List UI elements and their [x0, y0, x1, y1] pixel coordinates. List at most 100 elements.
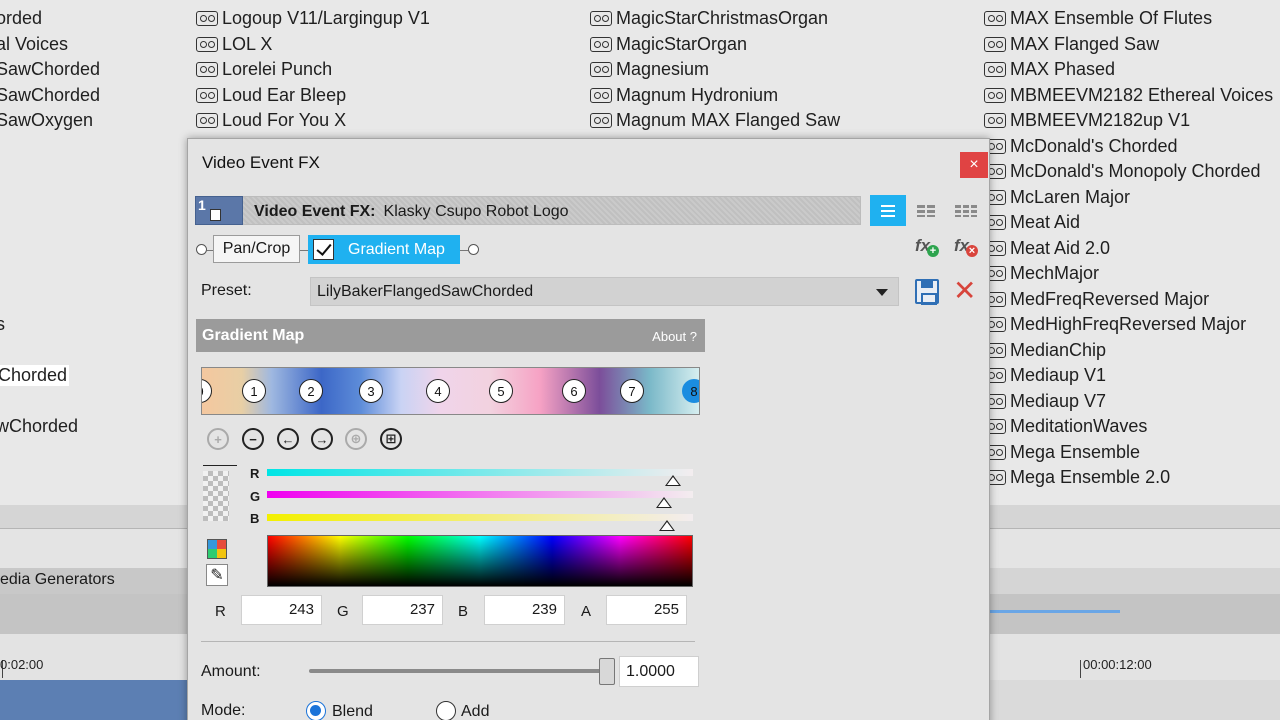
mode-blend-radio[interactable]: [306, 701, 326, 720]
preset-list-item[interactable]: MBMEEVM2182 Ethereal Voices: [984, 83, 1273, 109]
preset-item-label: McLaren Major: [1010, 186, 1131, 207]
view-single-button[interactable]: [870, 195, 906, 226]
preset-list-item[interactable]: MeditationWaves: [984, 414, 1273, 440]
gradient-strip[interactable]: 0 1 2 3 4 5 6 7 8: [201, 367, 700, 415]
preset-dropdown[interactable]: LilyBakerFlangedSawChorded: [310, 277, 899, 306]
gradient-stop[interactable]: 8: [682, 379, 699, 403]
g-value-field[interactable]: 237: [362, 595, 443, 625]
delete-preset-button[interactable]: ✕: [953, 277, 976, 305]
preset-list-item[interactable]: Mediaup V7: [984, 389, 1273, 415]
preset-item-label: MagicStarChristmasOrgan: [616, 8, 829, 29]
preset-list-item[interactable]: Lorelei Punch: [196, 57, 430, 83]
next-stop-icon[interactable]: →: [311, 428, 333, 450]
list-view-icon: [881, 204, 895, 217]
preset-list-item[interactable]: MedFreqReversed Major: [984, 287, 1273, 313]
preset-item-label: orded: [0, 8, 43, 29]
plugin-gradient-map[interactable]: Gradient Map: [308, 235, 460, 264]
amount-slider-thumb[interactable]: [599, 658, 615, 685]
preset-list-item: [0, 389, 100, 415]
preset-list-item[interactable]: McDonald's Chorded: [984, 134, 1273, 160]
preset-list-item[interactable]: Chorded: [0, 363, 100, 389]
preset-list-item[interactable]: Mega Ensemble 2.0: [984, 465, 1273, 491]
preset-item-label: Meat Aid: [1010, 212, 1081, 233]
channel-r-slider[interactable]: [267, 469, 693, 476]
palette-icon[interactable]: [207, 539, 227, 559]
reverse-stops-icon[interactable]: ⊞: [380, 428, 402, 450]
remove-stop-icon[interactable]: −: [242, 428, 264, 450]
channel-g-thumb[interactable]: [656, 497, 672, 508]
eyedropper-icon[interactable]: ✎: [206, 564, 228, 586]
view-double-button[interactable]: [908, 195, 944, 226]
gradient-stop[interactable]: 7: [620, 379, 644, 403]
preset-item-label: Mega Ensemble: [1010, 441, 1141, 462]
preset-item-label: Mediaup V1: [1010, 365, 1107, 386]
a-value-field[interactable]: 255: [606, 595, 687, 625]
tab-media-generators[interactable]: edia Generators: [0, 568, 200, 594]
preset-list-item[interactable]: Meat Aid: [984, 210, 1273, 236]
mode-add-label: Add: [461, 703, 490, 720]
save-preset-button[interactable]: [915, 279, 939, 305]
preset-list-item[interactable]: MAX Flanged Saw: [984, 32, 1273, 58]
preset-list-item[interactable]: Loud For You X: [196, 108, 430, 134]
preset-list-item[interactable]: Magnum MAX Flanged Saw: [590, 108, 840, 134]
gradient-stop[interactable]: 0: [202, 379, 212, 403]
preset-list-item[interactable]: Logoup V11/Largingup V1: [196, 6, 430, 32]
channel-b-slider[interactable]: [267, 514, 693, 521]
preset-list-item[interactable]: MAX Phased: [984, 57, 1273, 83]
about-button[interactable]: About ?: [652, 329, 697, 344]
view-triple-button[interactable]: [948, 195, 984, 226]
add-plugin-button[interactable]: fx +: [915, 236, 939, 257]
preset-list-item[interactable]: Meat Aid 2.0: [984, 236, 1273, 262]
color-spectrum[interactable]: [267, 535, 693, 587]
preset-list-item[interactable]: LOL X: [196, 32, 430, 58]
video-event-clip[interactable]: [0, 680, 190, 720]
add-stop-icon[interactable]: +: [207, 428, 229, 450]
preset-list-item[interactable]: Mega Ensemble: [984, 440, 1273, 466]
preset-item-label: SawOxygen: [0, 110, 94, 131]
preset-list-item[interactable]: Loud Ear Bleep: [196, 83, 430, 109]
preset-list-item[interactable]: MechMajor: [984, 261, 1273, 287]
preset-list-item[interactable]: MagicStarOrgan: [590, 32, 840, 58]
preset-list-item[interactable]: MedianChip: [984, 338, 1273, 364]
preset-list-item[interactable]: MBMEEVM2182up V1: [984, 108, 1273, 134]
preset-list-item[interactable]: SawChorded: [0, 83, 100, 109]
preset-list-item: [0, 210, 100, 236]
preset-list-item[interactable]: McDonald's Monopoly Chorded: [984, 159, 1273, 185]
distribute-stops-icon[interactable]: ⊕: [345, 428, 367, 450]
preset-list-item[interactable]: MedHighFreqReversed Major: [984, 312, 1273, 338]
remove-plugin-button[interactable]: fx ×: [954, 236, 978, 257]
preset-list-item[interactable]: MagicStarChristmasOrgan: [590, 6, 840, 32]
preset-list-item[interactable]: MAX Ensemble Of Flutes: [984, 6, 1273, 32]
preset-list-item: [0, 261, 100, 287]
gradient-stop[interactable]: 4: [426, 379, 450, 403]
divider: [201, 641, 695, 642]
amount-value-field[interactable]: 1.0000: [619, 656, 699, 687]
mode-add-radio[interactable]: [436, 701, 456, 720]
plugin-pan-crop[interactable]: Pan/Crop: [213, 235, 300, 263]
preset-list-item[interactable]: al Voices: [0, 32, 100, 58]
plugin-enable-checkbox[interactable]: [313, 239, 334, 260]
gradient-stop[interactable]: 2: [299, 379, 323, 403]
preset-list-item[interactable]: Mediaup V1: [984, 363, 1273, 389]
preset-list-item[interactable]: SawChorded: [0, 57, 100, 83]
preset-list-item[interactable]: orded: [0, 6, 100, 32]
preset-list-item[interactable]: Magnum Hydronium: [590, 83, 840, 109]
preset-list-item[interactable]: s: [0, 312, 100, 338]
amount-slider[interactable]: [309, 669, 611, 673]
channel-g-slider[interactable]: [267, 491, 693, 498]
b-value-field[interactable]: 239: [484, 595, 565, 625]
gradient-stop[interactable]: 5: [489, 379, 513, 403]
preset-list-item[interactable]: McLaren Major: [984, 185, 1273, 211]
preset-list-item[interactable]: Magnesium: [590, 57, 840, 83]
channel-r-thumb[interactable]: [665, 475, 681, 486]
prev-stop-icon[interactable]: ←: [277, 428, 299, 450]
preset-list-item[interactable]: SawOxygen: [0, 108, 100, 134]
preset-list-item[interactable]: wChorded: [0, 414, 100, 440]
ruler-time-right: 00:00:12:00: [1083, 657, 1152, 672]
gradient-stop[interactable]: 3: [359, 379, 383, 403]
r-value-field[interactable]: 243: [241, 595, 322, 625]
close-button[interactable]: ×: [960, 152, 988, 178]
channel-b-thumb[interactable]: [659, 520, 675, 531]
gradient-stop[interactable]: 6: [562, 379, 586, 403]
gradient-stop[interactable]: 1: [242, 379, 266, 403]
